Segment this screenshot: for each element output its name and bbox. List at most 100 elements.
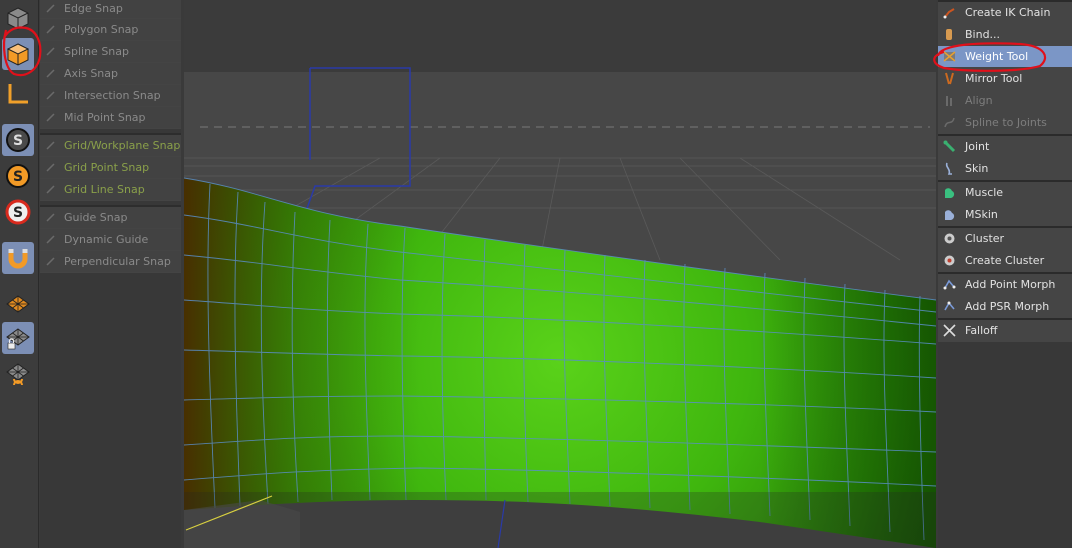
spline-to-joints-icon: [944, 117, 955, 128]
grid-point-snap-icon: [46, 163, 55, 172]
skin-icon: [945, 162, 952, 175]
menu-item-label: Add Point Morph: [965, 278, 1056, 291]
menu-item-add-psr-morph[interactable]: Add PSR Morph: [938, 296, 1072, 318]
ik-chain-icon: [943, 8, 955, 19]
left-toolbar: S S S: [0, 0, 39, 548]
snap-item-spline[interactable]: Spline Snap: [40, 41, 181, 63]
menu-item-bind[interactable]: Bind...: [938, 24, 1072, 46]
joint-icon: [943, 140, 956, 153]
menu-item-skin[interactable]: Skin: [938, 158, 1072, 180]
polygon-snap-icon: [46, 25, 55, 34]
snap-item-guide[interactable]: Guide Snap: [40, 207, 181, 229]
grid-workplane-snap-icon: [46, 141, 55, 150]
model-mode-button[interactable]: [2, 2, 34, 34]
locked-workplane-button[interactable]: [2, 322, 34, 354]
snap-group-guides: Guide Snap Dynamic Guide Perpendicular S…: [40, 205, 181, 273]
menu-item-label: Falloff: [965, 324, 998, 337]
menu-item-align[interactable]: Align: [938, 90, 1072, 112]
snap-item-label: Grid Line Snap: [64, 183, 145, 196]
snap-group-elements: Edge Snap Polygon Snap Spline Snap Axis …: [40, 0, 181, 129]
snap-item-dynamic-guide[interactable]: Dynamic Guide: [40, 229, 181, 251]
snap-item-intersection[interactable]: Intersection Snap: [40, 85, 181, 107]
menu-item-label: Cluster: [965, 232, 1005, 245]
snap-item-label: Intersection Snap: [64, 89, 161, 102]
add-psr-morph-icon: [944, 301, 955, 311]
snap-item-grid-workplane[interactable]: Grid/Workplane Snap: [40, 135, 181, 157]
guide-snap-icon: [46, 213, 55, 222]
workplane-button[interactable]: [2, 288, 34, 320]
menu-item-label: Muscle: [965, 186, 1004, 199]
menu-item-create-ik-chain[interactable]: Create IK Chain: [938, 2, 1072, 24]
magnet-icon: [8, 249, 28, 269]
cluster-icon: [944, 233, 955, 244]
workplane-axis-button[interactable]: [2, 358, 34, 390]
svg-text:S: S: [13, 205, 23, 221]
dynamic-guide-icon: [46, 235, 55, 244]
menu-item-weight-tool[interactable]: Weight Tool: [938, 46, 1072, 68]
grid-line-snap-icon: [46, 185, 55, 194]
menu-item-joint[interactable]: Joint: [938, 136, 1072, 158]
menu-item-label: Add PSR Morph: [965, 300, 1050, 313]
snap-enable-button[interactable]: S: [2, 160, 34, 192]
snap-item-perpendicular[interactable]: Perpendicular Snap: [40, 251, 181, 273]
object-mode-icon: [6, 43, 30, 66]
snap-item-axis[interactable]: Axis Snap: [40, 63, 181, 85]
menu-item-spline-to-joints[interactable]: Spline to Joints: [938, 112, 1072, 134]
snap-item-label: Polygon Snap: [64, 23, 139, 36]
snap-item-label: Perpendicular Snap: [64, 255, 171, 268]
snap-item-label: Edge Snap: [64, 2, 123, 15]
edge-snap-icon: [46, 4, 55, 13]
snap-item-label: Axis Snap: [64, 67, 118, 80]
align-icon: [946, 96, 952, 106]
object-mode-button[interactable]: [2, 38, 34, 70]
snap-item-edge[interactable]: Edge Snap: [40, 0, 181, 19]
snap-item-polygon[interactable]: Polygon Snap: [40, 19, 181, 41]
snap-item-label: Grid/Workplane Snap: [64, 139, 181, 152]
menu-item-label: Create IK Chain: [965, 6, 1051, 19]
weight-tool-icon: [943, 51, 956, 62]
menu-item-label: Create Cluster: [965, 254, 1045, 267]
3d-viewport[interactable]: [184, 0, 936, 548]
axis-mode-button[interactable]: [2, 78, 34, 110]
menu-item-add-point-morph[interactable]: Add Point Morph: [938, 274, 1072, 296]
menu-item-mirror-tool[interactable]: Mirror Tool: [938, 68, 1072, 90]
snap-off-button[interactable]: S: [2, 196, 34, 228]
magnet-button[interactable]: [2, 242, 34, 274]
menu-item-label: Weight Tool: [965, 50, 1029, 63]
snap-settings-button[interactable]: S: [2, 124, 34, 156]
snap-group-grid: Grid/Workplane Snap Grid Point Snap Grid…: [40, 133, 181, 201]
snap-enable-icon: S: [6, 164, 30, 188]
snap-item-grid-line[interactable]: Grid Line Snap: [40, 179, 181, 201]
snap-item-label: Spline Snap: [64, 45, 129, 58]
snap-item-label: Guide Snap: [64, 211, 128, 224]
menu-item-mskin[interactable]: MSkin: [938, 204, 1072, 226]
menu-item-label: Spline to Joints: [965, 116, 1047, 129]
mid-point-snap-icon: [46, 113, 55, 122]
locked-workplane-icon: [6, 328, 30, 350]
create-cluster-icon: [944, 255, 955, 266]
model-mode-icon: [7, 7, 29, 30]
spline-snap-icon: [46, 47, 55, 56]
menu-item-label: Bind...: [965, 28, 1001, 41]
menu-item-muscle[interactable]: Muscle: [938, 182, 1072, 204]
snap-item-grid-point[interactable]: Grid Point Snap: [40, 157, 181, 179]
menu-item-label: Mirror Tool: [965, 72, 1023, 85]
menu-item-create-cluster[interactable]: Create Cluster: [938, 250, 1072, 272]
svg-text:S: S: [13, 133, 23, 149]
menu-item-cluster[interactable]: Cluster: [938, 228, 1072, 250]
viewport-sky: [184, 0, 936, 72]
menu-item-falloff[interactable]: Falloff: [938, 320, 1072, 342]
character-menu: Create IK Chain Bind... Weight Tool Mirr…: [938, 0, 1072, 548]
mirror-tool-icon: [945, 72, 954, 85]
menu-item-label: Joint: [965, 140, 990, 153]
menu-item-label: Align: [965, 94, 993, 107]
intersection-snap-icon: [46, 91, 55, 100]
muscle-icon: [945, 188, 955, 198]
snap-item-label: Dynamic Guide: [64, 233, 149, 246]
axis-mode-icon: [8, 84, 28, 104]
snap-item-label: Grid Point Snap: [64, 161, 150, 174]
snap-off-icon: S: [5, 199, 31, 225]
snap-item-label: Mid Point Snap: [64, 111, 146, 124]
bind-icon: [946, 29, 952, 40]
snap-item-midpoint[interactable]: Mid Point Snap: [40, 107, 181, 129]
